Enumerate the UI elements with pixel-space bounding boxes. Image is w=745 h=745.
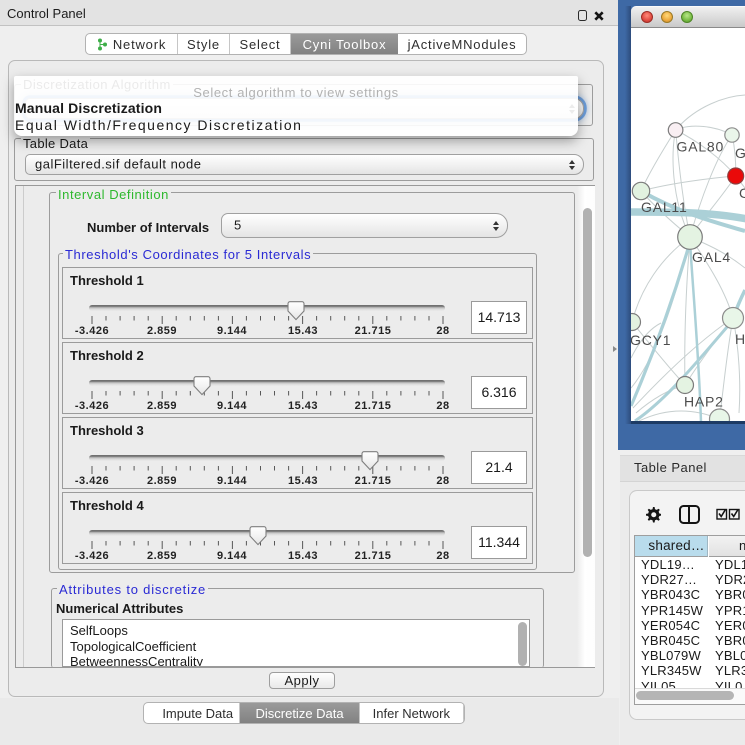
svg-text:C: C [739,185,745,201]
svg-text:GAL80: GAL80 [677,139,725,155]
svg-text:GA: GA [735,145,745,161]
svg-text:GAL4: GAL4 [692,249,731,265]
svg-text:H: H [735,331,745,347]
svg-text:HAP2: HAP2 [684,394,724,410]
svg-text:GAL11: GAL11 [641,199,688,215]
svg-text:GCY1: GCY1 [631,332,671,348]
